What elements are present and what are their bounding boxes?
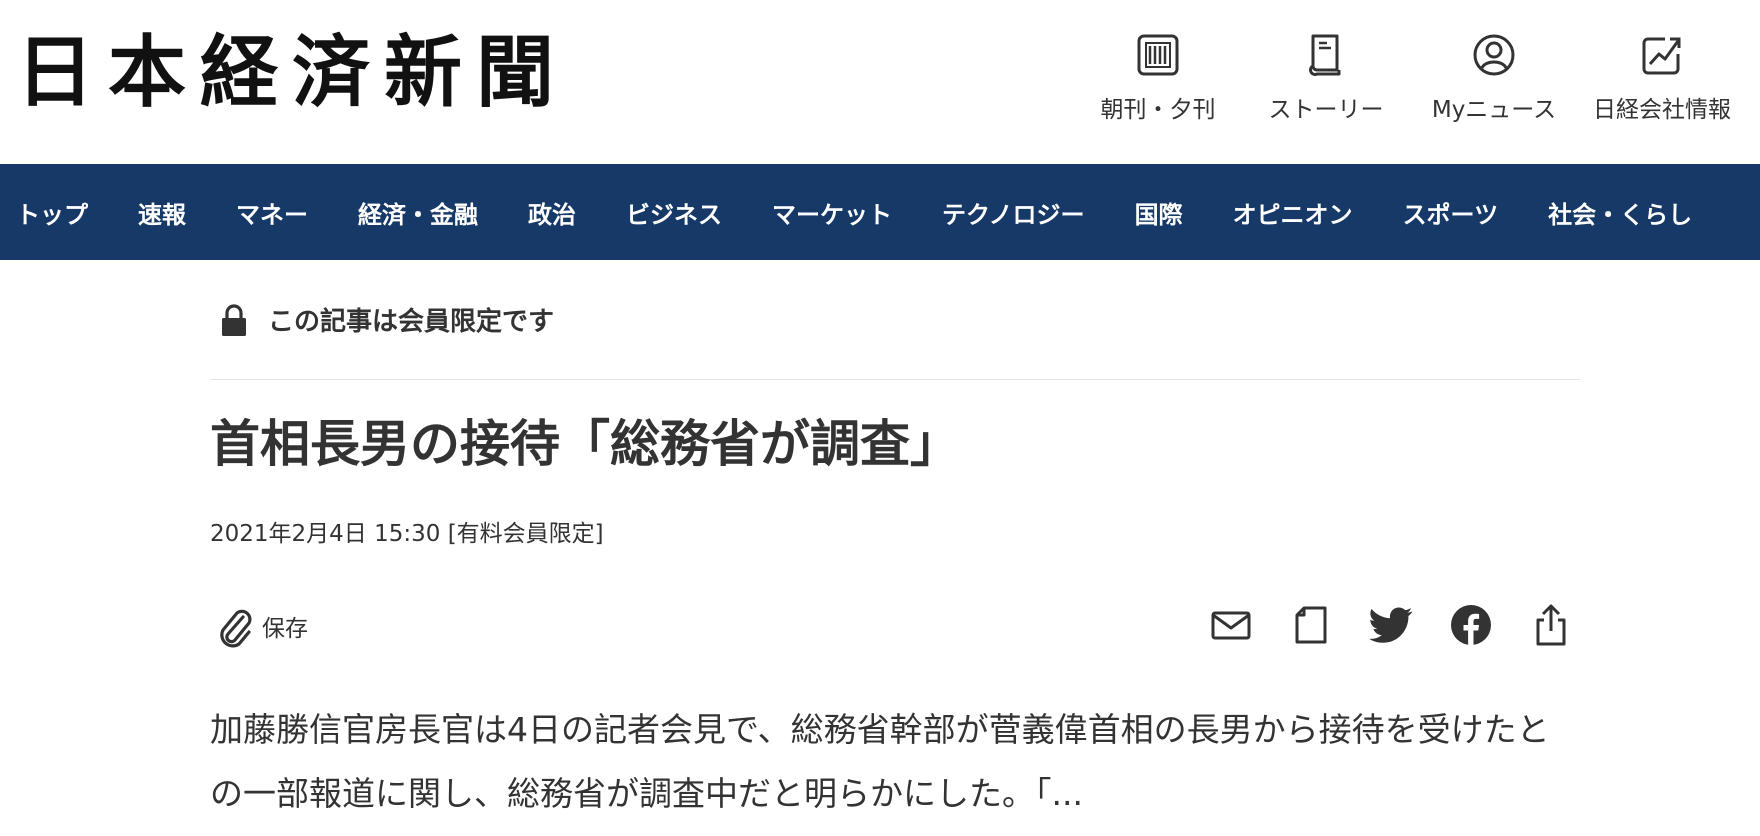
nav-item-technology[interactable]: テクノロジー [942, 195, 1085, 230]
header-nav-story[interactable]: ストーリー [1242, 32, 1410, 124]
members-only-notice: この記事は会員限定です [210, 260, 1580, 380]
nav-item-sports[interactable]: スポーツ [1403, 195, 1499, 230]
share-mail-button[interactable] [1208, 600, 1254, 650]
article-title: 首相長男の接待「総務省が調査」 [210, 415, 960, 473]
header-nav-company[interactable]: 日経会社情報 [1578, 32, 1746, 124]
header-nav-label: 朝刊・夕刊 [1100, 97, 1216, 123]
user-circle-icon [1473, 34, 1515, 76]
article: この記事は会員限定です 首相長男の接待「総務省が調査」 2021年2月4日 15… [210, 260, 1580, 826]
article-tools: 保存 [210, 600, 1580, 652]
nav-item-top[interactable]: トップ [16, 195, 88, 230]
nav-item-economy[interactable]: 経済・金融 [358, 195, 478, 230]
header-nav: 朝刊・夕刊 ストーリー Myニュース 日経会社情報 [1074, 32, 1746, 124]
note-icon [1295, 606, 1327, 644]
nav-item-market[interactable]: マーケット [772, 195, 892, 230]
share-twitter-button[interactable] [1368, 600, 1414, 650]
lock-icon [222, 303, 246, 336]
nav-item-breaking[interactable]: 速報 [138, 195, 186, 230]
nav-item-international[interactable]: 国際 [1135, 195, 1183, 230]
share-facebook-button[interactable] [1448, 600, 1494, 650]
facebook-icon [1451, 605, 1491, 645]
category-nav: トップ 速報 マネー 経済・金融 政治 ビジネス マーケット テクノロジー 国際… [0, 164, 1760, 260]
nav-item-politics[interactable]: 政治 [528, 195, 576, 230]
nav-item-opinion[interactable]: オピニオン [1233, 195, 1353, 230]
save-button[interactable]: 保存 [216, 604, 308, 648]
header-nav-paper[interactable]: 朝刊・夕刊 [1074, 32, 1242, 124]
save-label: 保存 [262, 616, 308, 642]
members-only-text: この記事は会員限定です [268, 307, 555, 337]
newspaper-icon [1137, 34, 1179, 76]
header-nav-label: 日経会社情報 [1593, 97, 1731, 123]
twitter-icon [1369, 607, 1413, 643]
share-icon [1536, 604, 1566, 646]
nav-item-society[interactable]: 社会・くらし [1548, 195, 1692, 230]
site-logo[interactable]: 日本経済新聞 [16, 34, 568, 112]
header-nav-label: Myニュース [1431, 97, 1557, 123]
paperclip-icon [220, 609, 252, 648]
header-nav-label: ストーリー [1268, 97, 1384, 123]
mail-icon [1211, 611, 1251, 640]
share-more-button[interactable] [1528, 600, 1574, 650]
share-note-button[interactable] [1288, 600, 1334, 650]
share-buttons [1174, 600, 1574, 650]
nav-item-money[interactable]: マネー [236, 195, 308, 230]
article-dateline: 2021年2月4日 15:30 [有料会員限定] [210, 521, 604, 547]
site-header: 日本経済新聞 朝刊・夕刊 ストーリー Myニュース 日経会社情報 [0, 0, 1760, 164]
stock-chart-icon [1642, 37, 1681, 75]
book-icon [1309, 34, 1341, 76]
nav-item-business[interactable]: ビジネス [626, 195, 722, 230]
article-lead: 加藤勝信官房長官は4日の記者会見で、総務省幹部が菅義偉首相の長男から接待を受けた… [210, 710, 1550, 813]
header-nav-mynews[interactable]: Myニュース [1410, 32, 1578, 124]
